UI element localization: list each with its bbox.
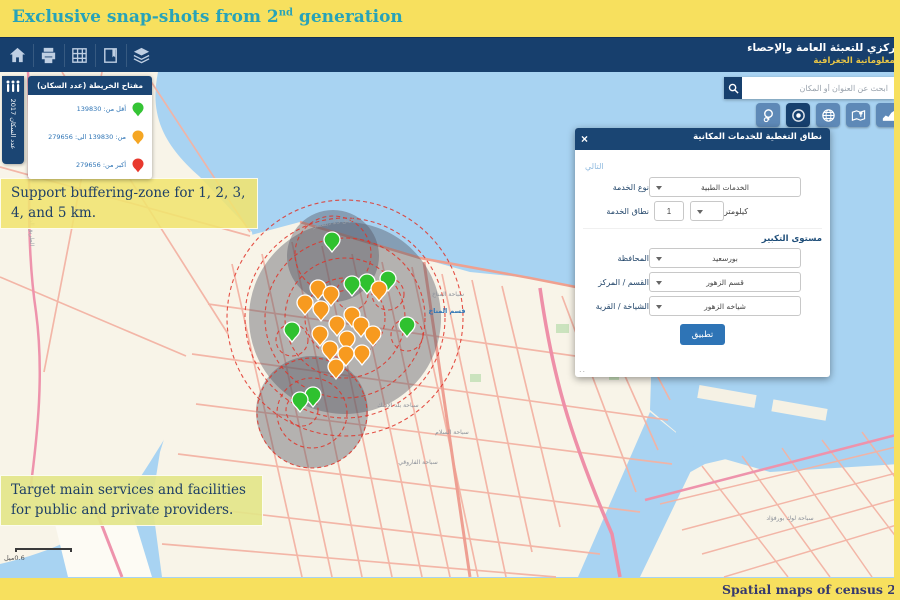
agency-title: الجهاز المركزي للتعبئة العامة والإحصاء ب… xyxy=(747,41,900,67)
map-pin-icon xyxy=(851,108,866,123)
close-icon[interactable]: × xyxy=(581,130,588,148)
sheyakha-label: الشياخة / القرية xyxy=(583,302,649,311)
governorate-row: المحافظة بورسعيد xyxy=(583,248,822,268)
service-type-row: نوع الخدمة الخدمات الطبية xyxy=(583,177,822,197)
range-value-input[interactable] xyxy=(654,201,684,221)
search-button[interactable] xyxy=(724,77,742,99)
service-type-value: الخدمات الطبية xyxy=(701,183,749,192)
attribute-table-icon[interactable] xyxy=(70,46,89,65)
next-link[interactable]: التالي xyxy=(585,162,604,171)
target-annotation-note: Target main services and facilities for … xyxy=(0,475,263,526)
orange-pin-icon xyxy=(132,130,144,145)
district-select[interactable]: قسم الزهور xyxy=(649,272,801,292)
home-icon[interactable] xyxy=(8,46,27,65)
map-text-label: سباحة المناخ xyxy=(432,291,464,298)
range-unit-label: كيلومتر xyxy=(724,207,748,216)
footer-credit-text: Spatial maps of census 2 xyxy=(722,582,896,597)
search-bar xyxy=(724,77,894,99)
main-navbar: الجهاز المركزي للتعبئة العامة والإحصاء ب… xyxy=(0,37,900,72)
nav-separator xyxy=(95,44,96,67)
nav-separator xyxy=(64,44,65,67)
identify-tool-button[interactable] xyxy=(756,103,780,127)
chevron-down-icon xyxy=(656,257,662,261)
coverage-dialog: نطاق التغطية للخدمات المكانية × التالي ن… xyxy=(575,128,830,377)
coverage-dialog-title: نطاق التغطية للخدمات المكانية xyxy=(693,132,822,142)
legend-item-red: أكبر من: 279656 xyxy=(28,151,152,179)
sheyakha-select[interactable]: شياخه الزهور xyxy=(649,296,801,316)
footer-banner: Spatial maps of census 2 xyxy=(0,578,900,600)
governorate-label: المحافظة xyxy=(583,254,649,263)
app-window: طريق 23 ديسمبرالطريق الدائريسباحة المناخ… xyxy=(0,0,900,600)
coverage-dialog-header: نطاق التغطية للخدمات المكانية × xyxy=(575,128,830,150)
governorate-select[interactable]: بورسعيد xyxy=(649,248,801,268)
page-title: Exclusive snap-shots from 2nd generation xyxy=(12,7,403,27)
bookmarks-icon[interactable] xyxy=(101,46,120,65)
buffer-target-tool-button[interactable] xyxy=(786,103,810,127)
nav-separator xyxy=(33,44,34,67)
buffer-target-icon xyxy=(791,108,806,123)
right-yellow-strip xyxy=(894,0,900,600)
service-type-label: نوع الخدمة xyxy=(583,183,649,192)
district-value: قسم الزهور xyxy=(706,278,744,287)
chevron-down-icon xyxy=(697,210,703,214)
zoom-level-section-title: مستوى التكبير xyxy=(583,228,822,244)
basemap-globe-tool-button[interactable] xyxy=(816,103,840,127)
top-banner: Exclusive snap-shots from 2nd generation xyxy=(0,0,900,37)
coverage-dialog-body: التالي نوع الخدمة الخدمات الطبية نطاق ال… xyxy=(575,150,830,349)
service-range-row: نطاق الخدمة كيلومتر xyxy=(583,201,822,221)
scale-label: 0.6ميل xyxy=(4,554,25,562)
sheyakha-value: شياخه الزهور xyxy=(704,302,746,311)
nav-separator xyxy=(126,44,127,67)
population-tab-label: عدد السكان 2017 xyxy=(9,86,17,162)
layers-icon[interactable] xyxy=(132,46,151,65)
green-pin-icon xyxy=(132,102,144,117)
chevron-down-icon xyxy=(656,186,662,190)
service-range-label: نطاق الخدمة xyxy=(583,207,649,216)
chevron-down-icon xyxy=(656,281,662,285)
range-unit-select[interactable] xyxy=(690,201,724,221)
sheyakha-row: الشياخة / القرية شياخه الزهور xyxy=(583,296,822,316)
legend-item-green: أقل من: 139830 xyxy=(28,95,152,123)
buffer-annotation-note: Support buffering-zone for 1, 2, 3, 4, a… xyxy=(0,178,258,229)
print-icon[interactable] xyxy=(39,46,58,65)
map-text-label: سباحة الفاروقي xyxy=(398,459,438,466)
identify-tool-icon xyxy=(761,108,776,123)
map-text-label: سباحة بلد الإسك xyxy=(377,402,418,409)
red-pin-icon xyxy=(132,158,144,173)
district-row: القسم / المركز قسم الزهور xyxy=(583,272,822,292)
map-legend-panel: مفتاح الخريطة (عدد السكان) أقل من: 13983… xyxy=(28,76,152,179)
service-type-select[interactable]: الخدمات الطبية xyxy=(649,177,801,197)
legend-item-orange: من: 139830 الى: 279656 xyxy=(28,123,152,151)
legend-title: مفتاح الخريطة (عدد السكان) xyxy=(28,76,152,95)
apply-button[interactable]: تطبيق xyxy=(680,324,726,345)
locate-on-map-tool-button[interactable] xyxy=(846,103,870,127)
map-text-label: سباحة لوك بورفؤاد xyxy=(766,515,813,522)
chevron-down-icon xyxy=(656,305,662,309)
search-icon xyxy=(728,83,739,94)
map-toolbar xyxy=(756,103,900,127)
map-text-label: سباحة السلام xyxy=(435,429,469,436)
search-input[interactable] xyxy=(742,77,894,99)
governorate-value: بورسعيد xyxy=(712,254,738,263)
population-layer-tab[interactable]: عدد السكان 2017 xyxy=(2,76,24,164)
scale-line xyxy=(15,548,72,552)
globe-icon xyxy=(821,108,836,123)
resize-handle[interactable]: .. xyxy=(579,365,586,374)
district-label: القسم / المركز xyxy=(583,278,649,287)
map-text-label: قسم المناخ xyxy=(428,307,465,315)
